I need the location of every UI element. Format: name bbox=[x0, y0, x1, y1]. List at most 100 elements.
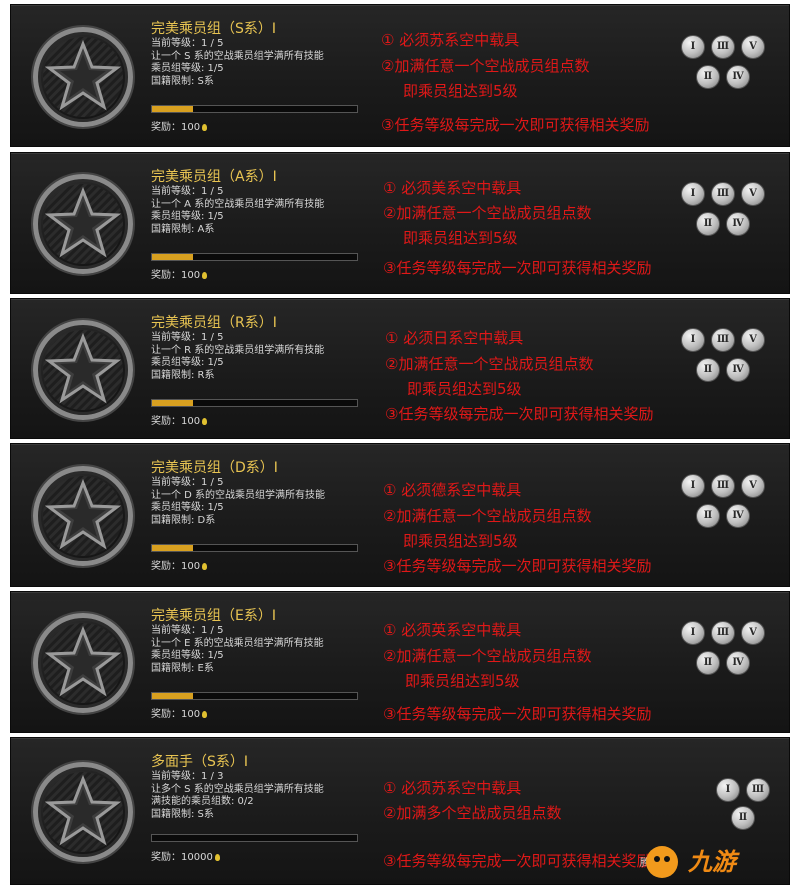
progress-fill bbox=[152, 106, 193, 112]
rank-badge-icon[interactable]: Ⅳ bbox=[726, 358, 750, 382]
requirement-line: ③任务等级每完成一次即可获得相关奖励 bbox=[381, 116, 650, 134]
current-level: 当前等级：1 / 3 bbox=[151, 771, 224, 782]
requirement-line: 即乘员组达到5级 bbox=[403, 532, 518, 550]
condition-progress: 乘员组等级: 1/5 bbox=[151, 502, 224, 513]
requirement-line: ① 必须苏系空中载具 bbox=[383, 779, 522, 797]
rank-badge-icon[interactable]: Ⅰ bbox=[681, 182, 705, 206]
requirement-line: 即乘员组达到5级 bbox=[407, 380, 522, 398]
rank-badge-icon[interactable]: Ⅴ bbox=[741, 328, 765, 352]
rank-badge-icon[interactable]: Ⅱ bbox=[731, 806, 755, 830]
rank-badge-icon[interactable]: Ⅰ bbox=[681, 474, 705, 498]
rank-badge-icon[interactable]: Ⅱ bbox=[696, 212, 720, 236]
requirement-line: ②加满任意一个空战成员组点数 bbox=[383, 647, 592, 665]
rank-badge-icon[interactable]: Ⅱ bbox=[696, 651, 720, 675]
rank-badge-icon[interactable]: Ⅲ bbox=[746, 778, 770, 802]
requirement-line: ②加满任意一个空战成员组点数 bbox=[383, 204, 592, 222]
achievement-description: 让一个 S 系的空战乘员组学满所有技能 bbox=[151, 50, 324, 62]
achievement-info: 完美乘员组（A系）Ⅰ 当前等级：1 / 5 让一个 A 系的空战乘员组学满所有技能乘… bbox=[151, 169, 371, 236]
nation-restriction: 国籍限制: R系 bbox=[151, 369, 215, 381]
reward-label: 奖励： bbox=[151, 561, 181, 572]
achievement-title: 完美乘员组（D系）Ⅰ bbox=[151, 460, 278, 476]
coin-icon bbox=[202, 417, 208, 425]
current-level: 当前等级：1 / 5 bbox=[151, 186, 224, 197]
rank-badge-icon[interactable]: Ⅱ bbox=[696, 358, 720, 382]
achievement-card[interactable]: 完美乘员组（D系）Ⅰ 当前等级：1 / 5 让一个 D 系的空战乘员组学满所有技能乘… bbox=[10, 443, 790, 587]
reward-line: 奖励：100 bbox=[151, 266, 208, 281]
requirement-line: 即乘员组达到5级 bbox=[405, 672, 520, 690]
rank-badge-icon[interactable]: Ⅰ bbox=[716, 778, 740, 802]
requirement-line: ① 必须英系空中载具 bbox=[383, 621, 522, 639]
reward-line: 奖励：100 bbox=[151, 557, 208, 572]
rank-badge-icon[interactable]: Ⅲ bbox=[711, 328, 735, 352]
rank-badge-icon[interactable]: Ⅴ bbox=[741, 35, 765, 59]
rank-badge-icon[interactable]: Ⅳ bbox=[726, 651, 750, 675]
condition-progress: 乘员组等级: 1/5 bbox=[151, 211, 224, 222]
reward-value: 100 bbox=[181, 709, 201, 720]
reward-value: 100 bbox=[181, 416, 201, 427]
requirement-line: ③任务等级每完成一次即可获得相关奖励 bbox=[383, 557, 652, 575]
rank-badge-icon[interactable]: Ⅱ bbox=[696, 65, 720, 89]
coin-icon bbox=[202, 271, 208, 279]
requirement-line: ③任务等级每完成一次即可获得相关奖励 bbox=[383, 852, 652, 870]
achievement-description: 让一个 E 系的空战乘员组学满所有技能 bbox=[151, 637, 324, 649]
rank-badge-icon[interactable]: Ⅴ bbox=[741, 474, 765, 498]
rank-badge-icon[interactable]: Ⅰ bbox=[681, 328, 705, 352]
achievement-card[interactable]: 完美乘员组（S系）Ⅰ 当前等级：1 / 5 让一个 S 系的空战乘员组学满所有技能乘… bbox=[10, 4, 790, 147]
coin-icon bbox=[202, 710, 208, 718]
achievement-description: 让一个 A 系的空战乘员组学满所有技能 bbox=[151, 198, 325, 210]
reward-value: 100 bbox=[181, 270, 201, 281]
achievement-description: 让一个 R 系的空战乘员组学满所有技能 bbox=[151, 344, 325, 356]
achievement-info: 完美乘员组（S系）Ⅰ 当前等级：1 / 5 让一个 S 系的空战乘员组学满所有技能乘… bbox=[151, 21, 371, 88]
current-level: 当前等级：1 / 5 bbox=[151, 38, 224, 49]
watermark-logo: 腾 九游 bbox=[640, 838, 800, 888]
achievement-card[interactable]: 完美乘员组（E系）Ⅰ 当前等级：1 / 5 让一个 E 系的空战乘员组学满所有技能乘… bbox=[10, 591, 790, 733]
reward-line: 奖励：100 bbox=[151, 118, 208, 133]
star-medal-icon bbox=[33, 613, 133, 713]
progress-bar bbox=[151, 544, 358, 552]
achievement-info: 完美乘员组（E系）Ⅰ 当前等级：1 / 5 让一个 E 系的空战乘员组学满所有技能乘… bbox=[151, 608, 371, 675]
current-level: 当前等级：1 / 5 bbox=[151, 332, 224, 343]
rank-badge-icon[interactable]: Ⅱ bbox=[696, 504, 720, 528]
requirement-line: ① 必须日系空中载具 bbox=[385, 329, 524, 347]
watermark-brand: 九游 bbox=[688, 848, 736, 876]
nation-restriction: 国籍限制: S系 bbox=[151, 808, 214, 820]
requirement-line: ②加满任意一个空战成员组点数 bbox=[383, 507, 592, 525]
progress-bar bbox=[151, 399, 358, 407]
rank-badge-icon[interactable]: Ⅲ bbox=[711, 35, 735, 59]
rank-badge-icon[interactable]: Ⅲ bbox=[711, 621, 735, 645]
star-medal-icon bbox=[33, 27, 133, 127]
reward-value: 10000 bbox=[181, 852, 213, 863]
requirement-line: ②加满任意一个空战成员组点数 bbox=[381, 57, 590, 75]
star-medal-icon bbox=[33, 762, 133, 862]
achievement-title: 完美乘员组（E系）Ⅰ bbox=[151, 608, 276, 624]
rank-badge-icon[interactable]: Ⅳ bbox=[726, 504, 750, 528]
condition-progress: 乘员组等级: 1/5 bbox=[151, 63, 224, 74]
rank-badge-icon[interactable]: Ⅲ bbox=[711, 474, 735, 498]
achievement-title: 多面手（S系）Ⅰ bbox=[151, 754, 249, 770]
rank-badge-icon[interactable]: Ⅴ bbox=[741, 621, 765, 645]
achievement-card[interactable]: 完美乘员组（R系）Ⅰ 当前等级：1 / 5 让一个 R 系的空战乘员组学满所有技能乘… bbox=[10, 298, 790, 439]
rank-badge-icon[interactable]: Ⅴ bbox=[741, 182, 765, 206]
achievement-card[interactable]: 完美乘员组（A系）Ⅰ 当前等级：1 / 5 让一个 A 系的空战乘员组学满所有技能乘… bbox=[10, 152, 790, 294]
reward-label: 奖励： bbox=[151, 270, 181, 281]
achievement-info: 多面手（S系）Ⅰ 当前等级：1 / 3 让多个 S 系的空战乘员组学满所有技能 满技能… bbox=[151, 754, 371, 821]
mascot-icon bbox=[646, 846, 678, 878]
requirement-line: ① 必须美系空中载具 bbox=[383, 179, 522, 197]
progress-fill bbox=[152, 254, 193, 260]
rank-badge-icon[interactable]: Ⅲ bbox=[711, 182, 735, 206]
rank-badge-icon[interactable]: Ⅳ bbox=[726, 65, 750, 89]
reward-label: 奖励： bbox=[151, 416, 181, 427]
progress-fill bbox=[152, 545, 193, 551]
achievement-info: 完美乘员组（R系）Ⅰ 当前等级：1 / 5 让一个 R 系的空战乘员组学满所有技能乘… bbox=[151, 315, 371, 382]
star-medal-icon bbox=[33, 320, 133, 420]
coin-icon bbox=[202, 562, 208, 570]
requirement-line: ① 必须苏系空中载具 bbox=[381, 31, 520, 49]
rank-badge-icon[interactable]: Ⅰ bbox=[681, 621, 705, 645]
requirement-line: 即乘员组达到5级 bbox=[403, 82, 518, 100]
requirement-line: ②加满任意一个空战成员组点数 bbox=[385, 355, 594, 373]
reward-line: 奖励：10000 bbox=[151, 848, 220, 863]
rank-badge-icon[interactable]: Ⅰ bbox=[681, 35, 705, 59]
progress-fill bbox=[152, 400, 193, 406]
rank-badge-icon[interactable]: Ⅳ bbox=[726, 212, 750, 236]
progress-bar bbox=[151, 253, 358, 261]
